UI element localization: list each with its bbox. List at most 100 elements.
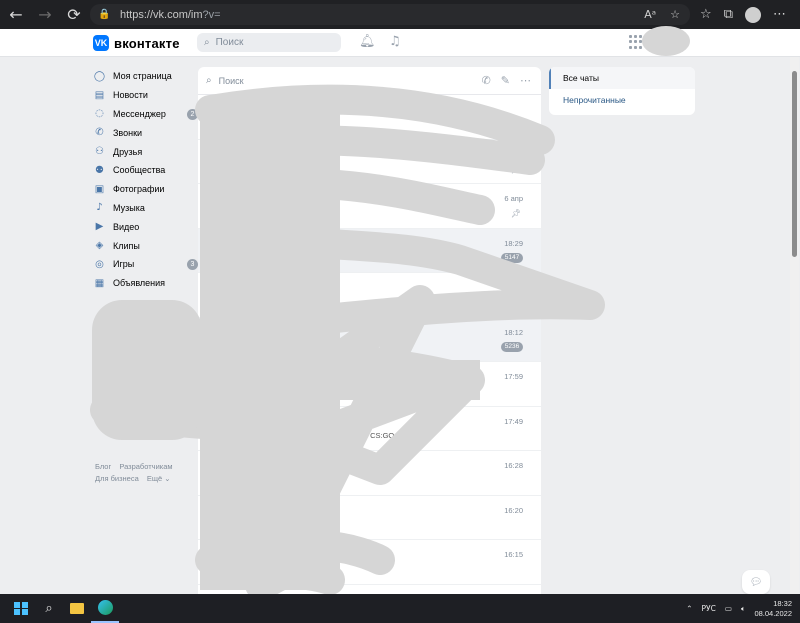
dialog-row[interactable]: 18:29 5147 bbox=[198, 228, 541, 273]
sidebar-item-label: Моя страница bbox=[113, 71, 172, 82]
network-icon[interactable]: ▭ bbox=[725, 604, 732, 613]
compose-icon[interactable]: ✎ bbox=[501, 74, 510, 87]
sidebar-item[interactable]: ◯ Моя страница bbox=[93, 67, 193, 86]
vk-logo-text: вконтакте bbox=[114, 35, 180, 51]
sidebar-item[interactable]: ⚉ Сообщества bbox=[93, 161, 193, 180]
favorites-icon[interactable]: ☆ bbox=[700, 7, 712, 22]
dialog-preview: НТ CS:GO [PR... bbox=[358, 430, 416, 440]
count-badge: 3 bbox=[187, 258, 198, 270]
search-icon[interactable]: ⌕ bbox=[35, 594, 63, 623]
dialog-row[interactable]: 16:28 bbox=[198, 451, 541, 496]
photo-icon: ▣ bbox=[94, 183, 105, 195]
folder-all-chats[interactable]: Все чаты bbox=[549, 67, 695, 89]
sidebar-item[interactable]: ▦ Объявления bbox=[93, 274, 193, 293]
file-explorer-icon[interactable] bbox=[63, 594, 91, 623]
video-icon: ▶ bbox=[95, 221, 104, 233]
sidebar-item-label: Клипы bbox=[113, 240, 140, 251]
dialog-time: 17:49 bbox=[504, 416, 523, 426]
dialog-row[interactable]: 18:15 bbox=[198, 273, 541, 318]
collections-icon[interactable]: ⧉ bbox=[724, 7, 733, 22]
browser-toolbar: ← → ⟳ 🔒 https://vk.com/im?v= Aᵃ ☆ ☆ ⧉ ⋯ bbox=[0, 0, 800, 29]
vk-logo-icon: VK bbox=[93, 35, 109, 51]
start-button[interactable] bbox=[7, 594, 35, 623]
footer-link-business[interactable]: Для бизнеса bbox=[95, 474, 139, 483]
messenger-panel: ⌕ ✆ ✎ ⋯ вчера 📌︎ 6 апр 📌︎ 18:29 5147 18:15 18:1… bbox=[198, 67, 541, 597]
reload-button[interactable]: ⟳ bbox=[61, 2, 87, 28]
dialog-row[interactable]: 16:20 bbox=[198, 496, 541, 540]
address-bar[interactable]: 🔒 https://vk.com/im?v= Aᵃ ☆ bbox=[90, 4, 690, 25]
sidebar-item-label: Игры bbox=[113, 259, 135, 270]
dialog-row[interactable]: 17:49 НТ CS:GO [PR... bbox=[198, 407, 541, 451]
newspaper-icon: ▤ bbox=[94, 89, 105, 101]
sidebar-item[interactable]: ◎ Игры 3 bbox=[93, 255, 198, 274]
chat-bubble-icon: ◌ bbox=[95, 108, 104, 120]
unread-count-badge: 5236 bbox=[501, 341, 523, 352]
messenger-search-input[interactable] bbox=[218, 75, 419, 86]
sidebar-item[interactable]: ⚇ Друзья bbox=[93, 142, 193, 161]
edge-browser-icon[interactable] bbox=[91, 594, 119, 623]
vk-logo[interactable]: VK вконтакте bbox=[93, 35, 180, 51]
sidebar-item[interactable]: ◈ Клипы bbox=[93, 236, 193, 255]
dialog-row[interactable]: 6 апр 📌︎ bbox=[198, 184, 541, 229]
bell-icon[interactable]: 🔔︎ bbox=[359, 34, 376, 49]
dialog-row[interactable]: 18:12 5236 bbox=[198, 317, 541, 362]
scrollbar-thumb[interactable] bbox=[792, 71, 797, 257]
header-search[interactable]: ⌕ bbox=[197, 33, 341, 52]
tray-chevron-icon[interactable]: ⌃ bbox=[686, 604, 692, 613]
back-button[interactable]: ← bbox=[3, 2, 29, 28]
sidebar-item-label: Сообщества bbox=[113, 165, 166, 176]
dialog-list: вчера 📌︎ 6 апр 📌︎ 18:29 5147 18:15 18:12 5236 17:… bbox=[198, 95, 541, 585]
favorite-star-icon[interactable]: ☆ bbox=[670, 8, 680, 21]
sidebar-item[interactable]: ♪ Музыка bbox=[93, 199, 193, 218]
apps-grid-icon[interactable] bbox=[629, 35, 643, 49]
chat-bubble-icon[interactable]: 💬︎ bbox=[742, 570, 770, 594]
header-search-input[interactable] bbox=[215, 37, 316, 48]
dialog-row[interactable]: 17:59 bbox=[198, 362, 541, 407]
windows-taskbar: ⌕ ⌃ РУС ▭ 🔈︎ 18:32 08.04.2022 bbox=[0, 594, 800, 623]
dialog-time: 16:28 bbox=[504, 461, 523, 470]
sidebar-item[interactable]: ✆ Звонки bbox=[93, 123, 193, 142]
volume-icon[interactable]: 🔈︎ bbox=[741, 604, 746, 614]
dialog-row[interactable]: 16:15 bbox=[198, 540, 541, 585]
sidebar-item-label: Музыка bbox=[113, 202, 145, 213]
search-icon: ⌕ bbox=[206, 75, 212, 86]
sidebar-item-label: Мессенджер bbox=[113, 108, 166, 119]
footer-link-more[interactable]: Ещё ⌄ bbox=[147, 474, 171, 483]
sidebar-item-label: Фотографии bbox=[113, 184, 165, 195]
sidebar-item-label: Видео bbox=[113, 221, 140, 232]
page-scrollbar[interactable] bbox=[790, 57, 799, 597]
dialog-row[interactable] bbox=[198, 95, 541, 140]
profile-avatar[interactable] bbox=[745, 6, 761, 23]
dialog-time: вчера bbox=[502, 149, 523, 159]
sidebar-item[interactable]: ▶ Видео bbox=[93, 217, 193, 236]
dialog-time: 16:20 bbox=[504, 505, 523, 515]
lock-icon: 🔒 bbox=[98, 9, 111, 20]
read-aloud-icon[interactable]: Aᵃ bbox=[644, 8, 656, 21]
folder-unread[interactable]: Непрочитанные bbox=[549, 89, 695, 111]
more-icon[interactable]: ⋯ bbox=[520, 74, 531, 87]
more-menu-icon[interactable]: ⋯ bbox=[773, 7, 786, 22]
dialog-row[interactable]: вчера 📌︎ bbox=[198, 140, 541, 184]
sidebar-item-label: Звонки bbox=[113, 127, 143, 138]
sidebar-item[interactable]: ▤ Новости bbox=[93, 86, 193, 105]
sidebar-item-label: Объявления bbox=[113, 278, 166, 289]
footer-link-blog[interactable]: Блог bbox=[95, 462, 111, 471]
system-clock[interactable]: 18:32 08.04.2022 bbox=[754, 599, 792, 619]
dialog-time: 18:29 bbox=[504, 238, 523, 248]
sidebar-item[interactable]: ◌ Мессенджер 2 bbox=[93, 105, 198, 124]
music-note-icon[interactable]: ♫ bbox=[389, 34, 401, 49]
groups-icon: ⚉ bbox=[95, 164, 104, 176]
windows-logo-icon bbox=[14, 601, 28, 616]
new-call-icon[interactable]: ✆ bbox=[482, 74, 491, 87]
dialog-time: 18:12 bbox=[504, 327, 523, 337]
sidebar-item[interactable]: ▣ Фотографии bbox=[93, 180, 193, 199]
friends-icon: ⚇ bbox=[95, 146, 104, 158]
sidebar-item-label: Друзья bbox=[113, 146, 143, 157]
dialog-time: 16:15 bbox=[504, 550, 523, 559]
footer-link-developers[interactable]: Разработчикам bbox=[119, 462, 172, 471]
count-badge: 2 bbox=[187, 108, 198, 120]
pin-icon: 📌︎ bbox=[510, 164, 521, 174]
forward-button[interactable]: → bbox=[32, 2, 58, 28]
language-indicator[interactable]: РУС bbox=[702, 604, 716, 613]
user-circle-icon: ◯ bbox=[93, 70, 106, 82]
